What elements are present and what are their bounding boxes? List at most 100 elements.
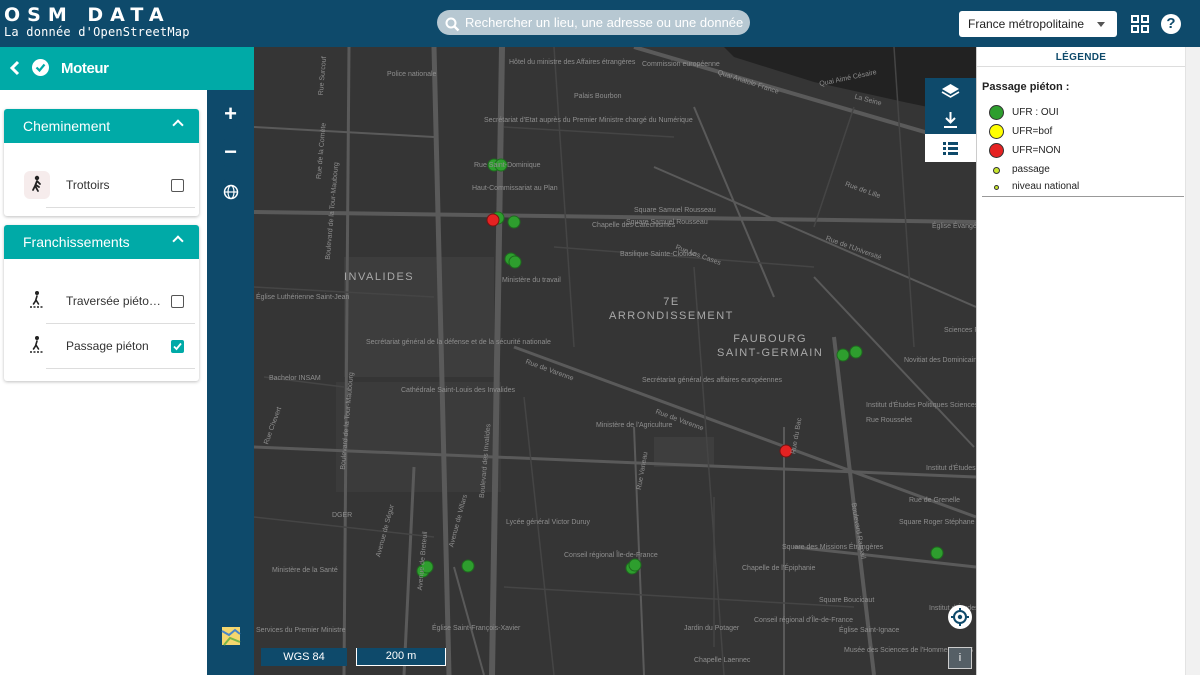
legend-title: LÉGENDE (977, 47, 1185, 67)
divider (982, 196, 1184, 197)
back-icon[interactable] (8, 60, 22, 81)
divider (46, 368, 195, 369)
region-selected: France métropolitaine (968, 17, 1085, 31)
osm-logo-icon[interactable] (221, 626, 241, 646)
legend-entry: passage (977, 161, 1177, 179)
zoom-out-button[interactable]: − (216, 138, 245, 167)
help-icon[interactable]: ? (1161, 14, 1181, 34)
chevron-up-icon (172, 119, 184, 131)
poi-label: Secrétariat d'Etat auprès du Premier Min… (484, 117, 693, 124)
street-label: Rue de Grenelle (909, 497, 960, 504)
pedestrian-icon (24, 171, 50, 199)
legend-swatch (989, 143, 1004, 158)
poi-label: Square Boucicaut (819, 597, 875, 604)
poi-label: Hôtel du ministre des Affaires étrangère… (509, 59, 636, 66)
poi-label: Square Roger Stéphane (899, 519, 975, 526)
poi-label: Chapelle Laennec (694, 657, 751, 664)
poi-label: Église Évangélique Baptiste (932, 223, 976, 230)
globe-icon[interactable] (216, 178, 245, 207)
scale-bar: 200 m (356, 648, 446, 666)
section-header[interactable]: Cheminement (4, 109, 199, 143)
layer-label: Traversée piéto… (66, 294, 161, 308)
layer-checkbox[interactable] (171, 295, 184, 308)
poi-label: Église Saint-François-Xavier (432, 625, 521, 632)
chevron-up-icon (172, 235, 184, 247)
legend-entry: niveau national (977, 178, 1177, 196)
poi-label: Secrétariat général de la défense et de … (366, 339, 551, 346)
legend-swatch (994, 185, 999, 190)
info-button[interactable]: i (948, 647, 972, 669)
poi-label: Lycée général Victor Duruy (506, 519, 591, 526)
map-streets (254, 47, 976, 675)
download-icon[interactable] (925, 106, 976, 134)
poi-label: Chapelle de l'Épiphanie (742, 565, 816, 572)
section-title: Cheminement (23, 118, 111, 134)
locate-icon[interactable] (948, 605, 972, 629)
poi-label: Sciences Po René Rémond (944, 327, 976, 334)
legend-panel: LÉGENDE Passage piéton : UFR : OUI UFR=b… (976, 47, 1185, 675)
apps-grid-icon[interactable] (1131, 15, 1149, 33)
legend-label: passage (1012, 164, 1050, 175)
poi-label: Square Samuel Rousseau (626, 219, 708, 226)
poi-label: Palais Bourbon (574, 93, 622, 100)
poi-label: DGER (332, 512, 353, 519)
legend-list-icon[interactable] (925, 134, 976, 162)
legend-subtitle: Passage piéton : (982, 81, 1070, 93)
scrollbar[interactable] (1185, 47, 1200, 675)
street-label: Rue Rousselet (866, 417, 912, 424)
district-label: 7E ARRONDISSEMENT (609, 296, 734, 322)
street-label: Rue Saint-Dominique (474, 162, 541, 169)
poi-label: Basilique Sainte-Clotilde (620, 251, 696, 258)
map-tool-strip: + − (207, 90, 254, 675)
legend-swatch (993, 167, 1000, 174)
crs-indicator: WGS 84 (261, 648, 347, 666)
poi-label: Haut-Commissariat au Plan (472, 185, 558, 192)
map-canvas[interactable]: INVALIDES 7E ARRONDISSEMENT FAUBOURG SAI… (254, 47, 976, 675)
search-placeholder: Rechercher un lieu, une adresse ou une d… (465, 15, 744, 30)
poi-label: Novitiat des Dominicains (904, 357, 976, 364)
search-icon (445, 15, 460, 40)
layer-label: Passage piéton (66, 339, 149, 353)
legend-swatch (989, 124, 1004, 139)
poi-label: Bachelor INSAM (269, 375, 321, 382)
check-circle-icon (32, 59, 49, 76)
layers-icon[interactable] (925, 78, 976, 106)
layer-checkbox[interactable] (171, 179, 184, 192)
poi-label: Église Saint-Ignace (839, 627, 900, 634)
layer-item-passage-pieton[interactable]: Passage piéton (4, 324, 199, 369)
crosswalk-icon (24, 332, 50, 360)
legend-entry: UFR=NON (977, 142, 1177, 160)
chevron-down-icon (1097, 22, 1105, 27)
poi-label: Église Luthérienne Saint-Jean (256, 294, 350, 301)
layer-item-trottoirs[interactable]: Trottoirs (4, 163, 199, 208)
search-input[interactable]: Rechercher un lieu, une adresse ou une d… (437, 10, 750, 35)
poi-label: Cathédrale Saint-Louis des Invalides (401, 387, 516, 394)
legend-label: UFR : OUI (1012, 107, 1059, 118)
section-title: Franchissements (23, 234, 130, 250)
poi-label: Police nationale (387, 71, 437, 78)
region-select[interactable]: France métropolitaine (959, 11, 1117, 37)
panel-title: Moteur (61, 60, 109, 77)
district-label: FAUBOURG SAINT-GERMAIN (717, 333, 824, 359)
district-label: INVALIDES (344, 271, 415, 283)
poi-label: Ministère du travail (502, 277, 561, 284)
app-logo[interactable]: OSM DATA La donnée d'OpenStreetMap (4, 6, 190, 40)
poi-label: Conseil régional Île-de-France (564, 552, 658, 559)
poi-label: Services du Premier Ministre (256, 627, 346, 634)
section-cheminement: Cheminement Trottoirs (4, 109, 199, 216)
side-panel: Moteur Cheminement Trottoirs Franchissem… (0, 47, 254, 675)
layer-item-traversee[interactable]: Traversée piéto… (4, 279, 199, 324)
poi-label: Institut d'Études Politiques Sciences Po… (866, 402, 976, 409)
poi-label: Secrétariat général des affaires europée… (642, 377, 782, 384)
legend-swatch (989, 105, 1004, 120)
layer-checkbox[interactable] (171, 340, 184, 353)
poi-label: Square Samuel Rousseau (634, 207, 716, 214)
panel-header: Moteur (0, 47, 254, 90)
section-header[interactable]: Franchissements (4, 225, 199, 259)
poi-label: Conseil régional d'Île-de-France (754, 617, 853, 624)
poi-label: Institut d'Études Politiques (926, 465, 976, 472)
poi-label: Jardin du Potager (684, 625, 740, 632)
legend-entry: UFR=bof (977, 123, 1177, 141)
legend-label: UFR=bof (1012, 126, 1053, 137)
zoom-in-button[interactable]: + (216, 100, 245, 129)
